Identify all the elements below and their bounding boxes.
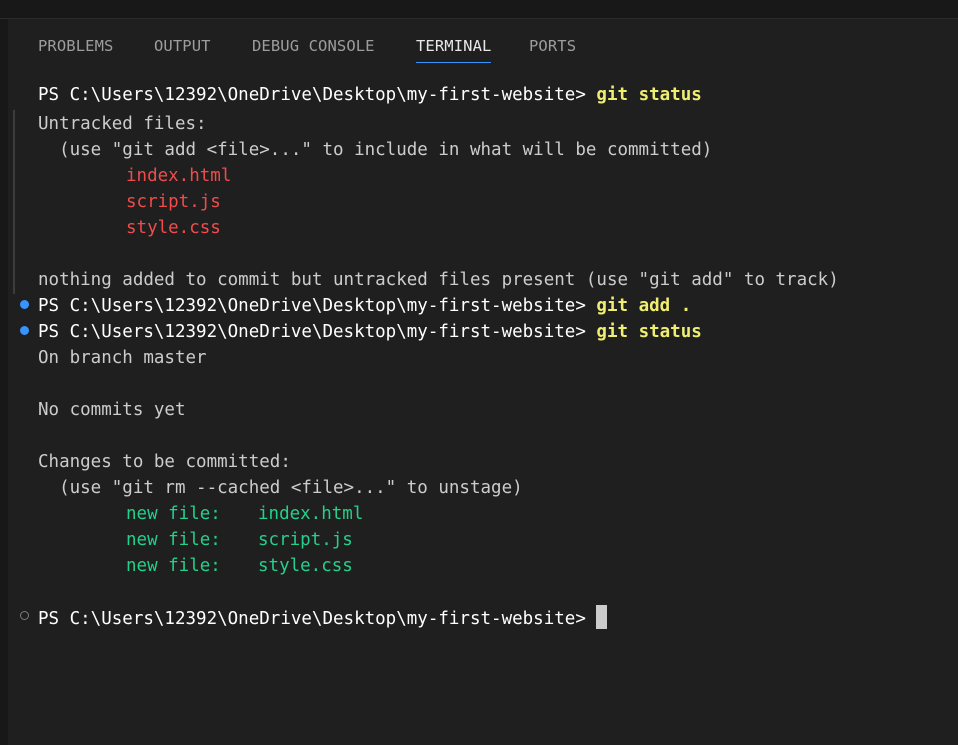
output-line: (use "git add <file>..." to include in w… [38, 140, 713, 160]
staged-file: index.html [258, 504, 364, 524]
tab-problems[interactable]: PROBLEMS [38, 37, 113, 63]
activity-bar-edge [0, 19, 8, 745]
current-prompt-line[interactable]: PS C:\Users\12392\OneDrive\Desktop\my-fi… [38, 605, 608, 631]
output-line: No commits yet [38, 400, 186, 420]
command-pending-circle-icon[interactable] [20, 611, 29, 620]
tab-terminal[interactable]: TERMINAL [416, 37, 492, 63]
staged-file: style.css [258, 556, 353, 576]
command-success-dot-icon[interactable] [20, 326, 29, 335]
command-text: git status [596, 85, 702, 105]
staged-file-label: new file: [126, 530, 221, 550]
untracked-file: script.js [126, 192, 221, 212]
bottom-panel: PROBLEMS OUTPUT DEBUG CONSOLE TERMINAL P… [8, 19, 958, 745]
command-text: git add . [596, 296, 692, 316]
command-line: PS C:\Users\12392\OneDrive\Desktop\my-fi… [38, 82, 702, 108]
command-success-dot-icon[interactable] [20, 300, 29, 309]
output-line: Changes to be committed: [38, 452, 291, 472]
title-bar-strip [0, 0, 958, 19]
staged-file: script.js [258, 530, 353, 550]
output-line: Untracked files: [38, 114, 207, 134]
tab-ports[interactable]: PORTS [529, 37, 576, 63]
prompt: PS C:\Users\12392\OneDrive\Desktop\my-fi… [38, 322, 586, 342]
tab-output[interactable]: OUTPUT [154, 37, 211, 63]
untracked-file: style.css [126, 218, 221, 238]
untracked-file: index.html [126, 166, 232, 186]
prompt: PS C:\Users\12392\OneDrive\Desktop\my-fi… [38, 296, 586, 316]
output-line: (use "git rm --cached <file>..." to unst… [38, 478, 523, 498]
prompt: PS C:\Users\12392\OneDrive\Desktop\my-fi… [38, 609, 586, 629]
output-line: On branch master [38, 348, 207, 368]
command-text: git status [596, 322, 702, 342]
tab-debug-console[interactable]: DEBUG CONSOLE [252, 37, 375, 63]
staged-file-label: new file: [126, 504, 221, 524]
terminal-cursor [596, 605, 608, 629]
staged-file-label: new file: [126, 556, 221, 576]
command-decoration-bar [13, 110, 15, 294]
panel-tabs: PROBLEMS OUTPUT DEBUG CONSOLE TERMINAL P… [8, 37, 958, 63]
prompt: PS C:\Users\12392\OneDrive\Desktop\my-fi… [38, 85, 586, 105]
terminal-output[interactable]: PROBLEMS OUTPUT DEBUG CONSOLE TERMINAL P… [8, 19, 958, 745]
output-line: nothing added to commit but untracked fi… [38, 270, 839, 290]
command-line: PS C:\Users\12392\OneDrive\Desktop\my-fi… [38, 293, 691, 319]
command-line: PS C:\Users\12392\OneDrive\Desktop\my-fi… [38, 319, 702, 345]
